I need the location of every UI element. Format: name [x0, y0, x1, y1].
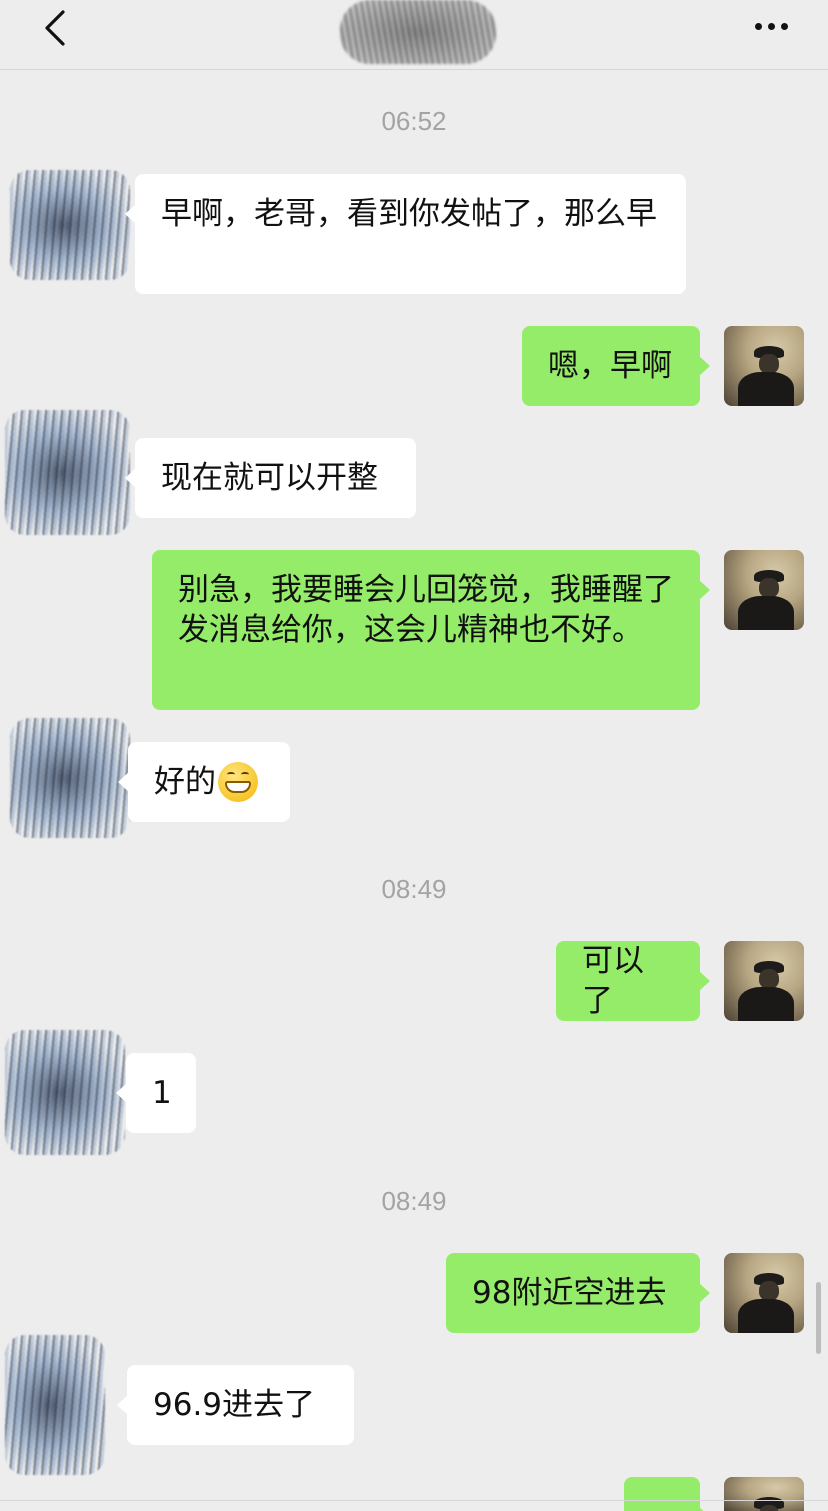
message-bubble-received[interactable]: 1	[116, 1053, 196, 1133]
timestamp: 08:49	[381, 874, 447, 904]
message-bubble-sent[interactable]: 别急，我要睡会儿回笼觉，我睡醒了发消息给你，这会儿精神也不好。	[152, 550, 710, 710]
more-button[interactable]	[744, 8, 798, 44]
message-text: 早啊，老哥，看到你发帖了，那么早	[161, 196, 657, 232]
back-button[interactable]	[30, 6, 80, 50]
my-avatar[interactable]	[724, 1253, 804, 1333]
contact-avatar[interactable]	[5, 1335, 105, 1475]
message-text: 可以了	[582, 943, 644, 1019]
more-dots-icon	[754, 22, 762, 30]
contact-name-redacted	[340, 0, 496, 64]
message-bubble-received[interactable]: 早啊，老哥，看到你发帖了，那么早	[125, 174, 686, 294]
message-text: 别急，我要睡会儿回笼觉，我睡醒了发消息给你，这会儿精神也不好。	[178, 572, 674, 648]
message-text: 现在就可以开整	[161, 460, 378, 496]
my-avatar[interactable]	[724, 326, 804, 406]
my-avatar[interactable]	[724, 550, 804, 630]
message-text: 好的	[154, 764, 216, 800]
message-text: 96.9进去了	[153, 1387, 316, 1423]
my-avatar[interactable]	[724, 941, 804, 1021]
message-text: 嗯，早啊	[548, 348, 672, 384]
chevron-left-icon	[45, 10, 65, 46]
message-bubble-sent[interactable]	[624, 1477, 710, 1511]
message-bubble-sent[interactable]: 嗯，早啊	[522, 326, 710, 406]
message-bubble-sent[interactable]: 98附近空进去	[446, 1253, 710, 1333]
message-bubble-received[interactable]: 好的	[118, 742, 290, 822]
message-bubble-received[interactable]: 现在就可以开整	[125, 438, 416, 518]
my-avatar[interactable]	[724, 1477, 804, 1511]
scrollbar[interactable]	[816, 1282, 821, 1354]
message-bubble-received[interactable]: 96.9进去了	[117, 1365, 354, 1445]
message-bubble-sent[interactable]: 可以了	[556, 941, 710, 1021]
message-text: 98附近空进去	[472, 1275, 667, 1311]
contact-avatar[interactable]	[5, 410, 130, 535]
grinning-face-icon	[218, 762, 258, 802]
contact-avatar[interactable]	[10, 170, 130, 280]
divider	[0, 1500, 828, 1501]
contact-avatar[interactable]	[10, 718, 130, 838]
timestamp: 08:49	[381, 1186, 447, 1216]
contact-avatar[interactable]	[5, 1030, 125, 1155]
timestamp: 06:52	[381, 106, 447, 136]
chat-header	[0, 0, 828, 70]
message-text: 1	[152, 1075, 172, 1111]
